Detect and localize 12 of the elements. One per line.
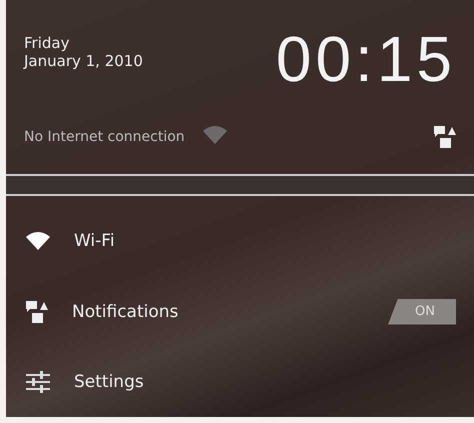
quick-setting-row[interactable]: Notifications ON: [6, 276, 474, 347]
wifi-signal-icon: [202, 126, 227, 144]
settings-icon: [26, 370, 50, 393]
notifications-icon: [26, 300, 48, 323]
quick-setting-row[interactable]: Settings: [6, 346, 474, 417]
quick-setting-row[interactable]: Wi-Fi: [6, 206, 474, 276]
notifications-icon: [434, 126, 456, 148]
day-label: Friday: [24, 34, 70, 52]
clock: 00:15: [276, 22, 456, 96]
connection-status: No Internet connection: [24, 128, 185, 145]
wifi-icon: [26, 232, 50, 250]
date-label: January 1, 2010: [24, 52, 143, 70]
